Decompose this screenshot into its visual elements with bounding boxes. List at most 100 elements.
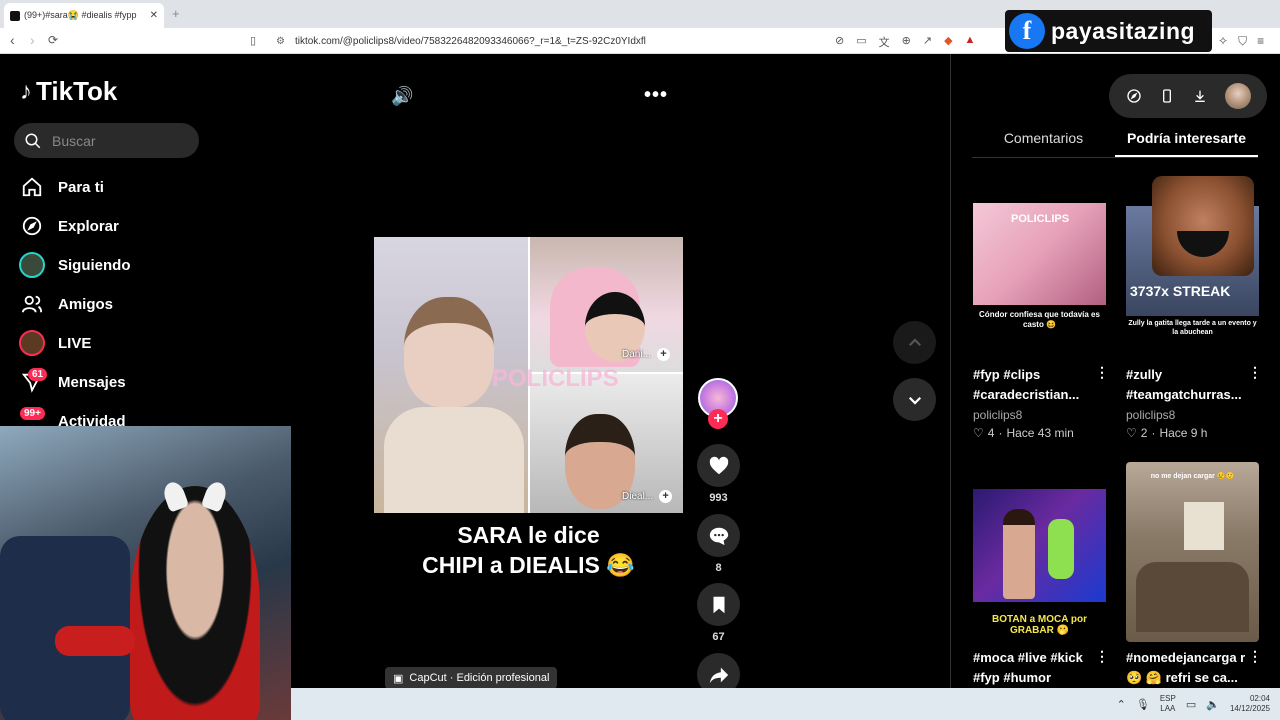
card-more-icon[interactable]: ⋮: [1095, 648, 1109, 665]
capcut-badge[interactable]: ▣ CapCut · Edición profesional: [385, 667, 558, 689]
capcut-label: CapCut · Edición profesional: [409, 672, 550, 684]
card-title[interactable]: #zully #teamgatchurras...: [1126, 365, 1248, 405]
no-tracking-icon[interactable]: ⊘: [835, 34, 844, 50]
facebook-icon: f: [1009, 13, 1045, 49]
browser-tab[interactable]: (99+)#sara😭 #diealis #fypp ✕: [4, 3, 164, 28]
sidebar-item-siguiendo[interactable]: Siguiendo: [18, 251, 131, 279]
logo-text: TikTok: [36, 76, 118, 106]
reload-icon[interactable]: ⟳: [48, 33, 58, 47]
os-taskbar: ⌃ 🎙 ESP LAA ▭ 🔈 02:04 14/12/2025: [291, 688, 1280, 720]
video-tag-bottom[interactable]: Dieal... +: [622, 490, 673, 503]
speaker-icon[interactable]: 🔈: [1206, 698, 1220, 711]
sidebar-item-label: Mensajes: [58, 373, 126, 391]
heart-outline-icon: ♡: [973, 426, 984, 440]
friends-icon: [18, 290, 46, 318]
follow-plus-icon[interactable]: +: [659, 490, 673, 503]
sidebar-item-explorar[interactable]: Explorar: [18, 212, 119, 240]
card-likes: 2: [1140, 426, 1148, 440]
card-author[interactable]: policlips8: [973, 408, 1022, 422]
video-player[interactable]: POLICLIPS Dani... + Dieal... +: [374, 237, 683, 513]
url-text: tiktok.com/@policlips8/video/75832264820…: [294, 35, 646, 47]
compass-icon[interactable]: [1126, 88, 1142, 104]
chevron-up-icon: [908, 337, 921, 346]
rewards-icon[interactable]: ▲: [965, 34, 976, 50]
webcam-overlay: [0, 426, 291, 720]
download-icon[interactable]: [1192, 88, 1208, 104]
microphone-icon[interactable]: 🎙: [1136, 698, 1150, 711]
extensions-icon[interactable]: ✧: [1218, 34, 1228, 49]
share-arrow-icon: [709, 667, 728, 683]
like-button[interactable]: [697, 444, 740, 487]
cast-icon[interactable]: ▭: [856, 34, 866, 50]
webcam-streamer: [130, 486, 260, 720]
bookmark-icon: [713, 596, 724, 613]
comment-button[interactable]: [697, 514, 740, 557]
card-more-icon[interactable]: ⋮: [1248, 364, 1262, 381]
facebook-name: payasitazing: [1051, 17, 1196, 44]
zoom-icon[interactable]: ⊕: [902, 34, 911, 50]
site-info-icon[interactable]: ⚙: [276, 36, 285, 47]
sidebar-item-para-ti[interactable]: Para ti: [18, 173, 104, 201]
card-likes: 4: [987, 426, 995, 440]
activity-badge: 99+: [20, 407, 45, 420]
network-icon[interactable]: ▭: [1186, 698, 1196, 711]
sidebar-item-label: Siguiendo: [58, 256, 131, 274]
suggested-video-thumb[interactable]: POLICLIPS Cóndor confiesa que todavía es…: [973, 178, 1106, 353]
previous-video-button[interactable]: [893, 321, 936, 364]
thumb-streak-label: 3737x STREAK: [1130, 283, 1231, 299]
card-title[interactable]: #fyp #clips #caradecristian...: [973, 365, 1095, 405]
tiktok-note-icon: ♪: [20, 77, 32, 105]
following-avatar: [18, 251, 46, 279]
follow-plus-icon[interactable]: +: [656, 348, 670, 361]
like-count: 993: [709, 492, 728, 504]
clock-time: 02:04: [1249, 694, 1270, 703]
tab-suggestions[interactable]: Podría interesarte: [1115, 130, 1258, 157]
close-tab-icon[interactable]: ✕: [150, 10, 164, 21]
video-tag-label: Dieal...: [622, 491, 654, 502]
menu-icon[interactable]: ≡: [1257, 34, 1264, 49]
compass-icon: [18, 212, 46, 240]
card-more-icon[interactable]: ⋮: [1095, 364, 1109, 381]
sidebar-item-label: Explorar: [58, 217, 119, 235]
translate-icon[interactable]: 文: [879, 34, 890, 50]
suggested-video-thumb[interactable]: 3737x STREAK Zully la gatita llega tarde…: [1126, 176, 1259, 351]
language-indicator[interactable]: ESP LAA: [1160, 694, 1176, 714]
card-more-icon[interactable]: ⋮: [1248, 648, 1262, 665]
comment-icon: [709, 527, 728, 545]
sidebar-item-live[interactable]: LIVE: [18, 329, 91, 357]
volume-icon[interactable]: 🔊: [391, 86, 413, 107]
tab-comments[interactable]: Comentarios: [972, 130, 1115, 157]
bookmark-icon[interactable]: ▯: [250, 34, 256, 47]
sidebar-item-amigos[interactable]: Amigos: [18, 290, 113, 318]
caption-line1: SARA le dice: [457, 522, 600, 548]
forward-icon[interactable]: ›: [30, 32, 35, 48]
search-icon: [25, 133, 41, 148]
profile-avatar[interactable]: [1224, 83, 1251, 109]
chevron-up-icon[interactable]: ⌃: [1117, 698, 1126, 711]
webcam-microphone: [55, 626, 135, 656]
more-options-icon[interactable]: •••: [644, 84, 668, 107]
suggested-video-thumb[interactable]: BOTAN a MOCA por GRABAR 🫢: [973, 462, 1106, 640]
vpn-icon[interactable]: ⛉: [1238, 34, 1247, 49]
search-input[interactable]: Buscar: [14, 123, 199, 158]
system-clock[interactable]: 02:04 14/12/2025: [1230, 694, 1270, 714]
search-placeholder: Buscar: [52, 132, 96, 149]
messages-badge: 61: [28, 368, 48, 381]
card-author[interactable]: policlips8: [1126, 408, 1175, 422]
card-title[interactable]: #nomedejancarga r🥺 🤗 refri se ca...: [1126, 648, 1248, 688]
phone-icon[interactable]: [1159, 88, 1175, 104]
live-avatar: [18, 329, 46, 357]
share-icon[interactable]: ↗: [923, 34, 932, 50]
brave-shield-icon[interactable]: ◆: [944, 34, 952, 50]
video-tag-top[interactable]: Dani... +: [622, 348, 670, 361]
card-title[interactable]: #moca #live #kick #fyp #humor: [973, 648, 1095, 688]
follow-button[interactable]: +: [708, 409, 728, 429]
save-button[interactable]: [697, 583, 740, 626]
suggested-video-thumb[interactable]: no me dejan cargar 😢🙂: [1126, 462, 1259, 642]
next-video-button[interactable]: [893, 378, 936, 421]
back-icon[interactable]: ‹: [10, 32, 15, 48]
save-count: 67: [712, 631, 725, 643]
tiktok-logo[interactable]: ♪ TikTok: [20, 76, 117, 107]
new-tab-icon[interactable]: +: [172, 6, 180, 21]
video-watermark: POLICLIPS: [492, 365, 619, 392]
